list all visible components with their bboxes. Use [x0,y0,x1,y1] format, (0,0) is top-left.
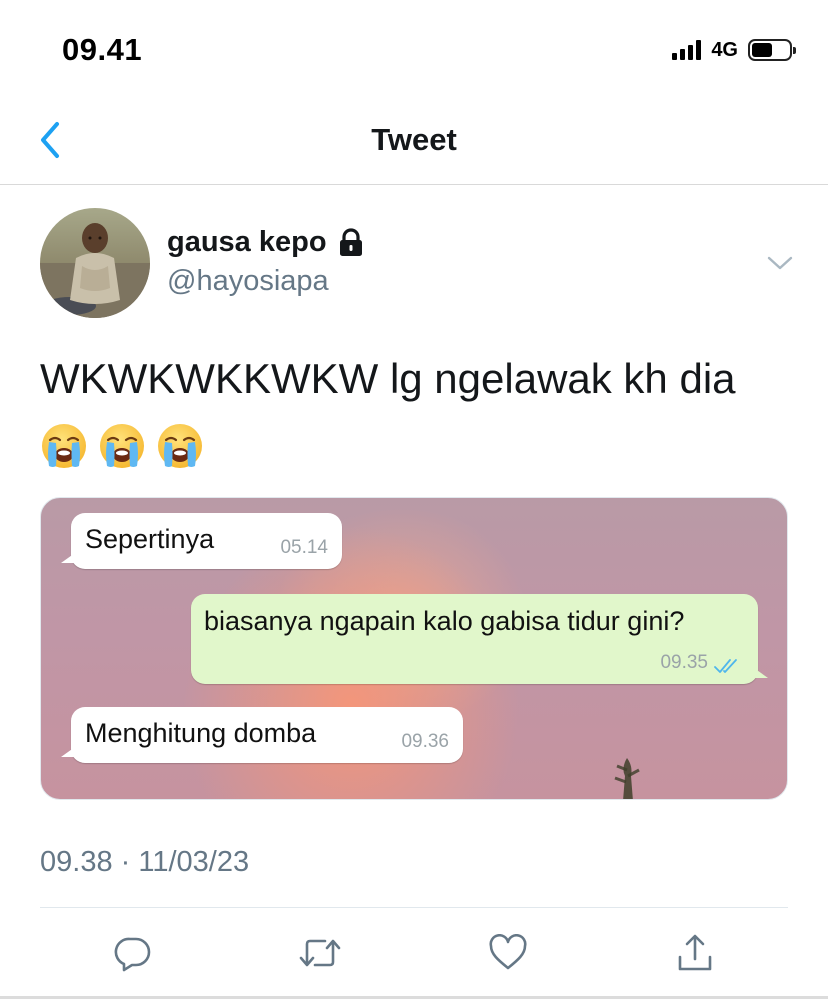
retweet-icon [299,939,341,967]
tweet-text: WKWKWKKWKW lg ngelawak kh dia [40,355,736,402]
page-title: Tweet [371,122,457,157]
chat-message-time: 09.35 [660,652,708,673]
retweet-button[interactable] [297,930,343,976]
display-name[interactable]: gausa kepo [167,226,327,259]
reply-button[interactable] [110,930,156,976]
crying-face-emoji [98,422,146,470]
share-button[interactable] [672,930,718,976]
avatar[interactable] [40,208,150,318]
divider [40,907,788,908]
lock-icon [339,227,362,256]
chat-message-text: biasanya ngapain kalo gabisa tidur gini? [204,606,685,636]
chat-bubble-incoming: Menghitung domba 09.36 [61,707,463,763]
chat-bubble-outgoing: biasanya ngapain kalo gabisa tidur gini?… [191,594,768,684]
like-icon [489,934,527,970]
tweet-actions [40,930,788,976]
chat-message-text: Menghitung domba [85,718,317,748]
chat-message-time: 09.36 [401,731,449,752]
status-indicators: 4G [672,37,796,63]
share-icon [678,934,712,971]
signal-icon [672,40,702,60]
avatar-image [40,208,150,318]
tweet-author: gausa kepo @hayosiapa [40,208,800,318]
battery-icon [748,39,796,61]
network-label: 4G [711,38,738,61]
plant-silhouette [614,758,640,799]
user-handle[interactable]: @hayosiapa [167,265,329,298]
nav-bar: Tweet [0,100,828,185]
tweet-emojis [40,422,204,470]
crying-face-emoji [40,422,88,470]
double-check-icon [714,659,737,673]
tweet-timestamp: 09.38 · 11/03/23 [40,846,250,878]
tweet-menu-button[interactable] [762,248,798,278]
chat-bubble-incoming: Sepertinya 05.14 [61,513,342,569]
chat-message-time: 05.14 [280,537,328,558]
status-bar: 09.41 4G [0,0,828,100]
chevron-down-icon [767,256,793,270]
like-button[interactable] [485,930,531,976]
status-time: 09.41 [62,32,143,67]
display-name-row: gausa kepo [167,226,365,259]
chat-message-text: Sepertinya [85,524,215,554]
reply-icon [114,937,151,972]
tweet-media[interactable]: Sepertinya 05.14 biasanya ngapain kalo g… [40,497,788,800]
crying-face-emoji [156,422,204,470]
